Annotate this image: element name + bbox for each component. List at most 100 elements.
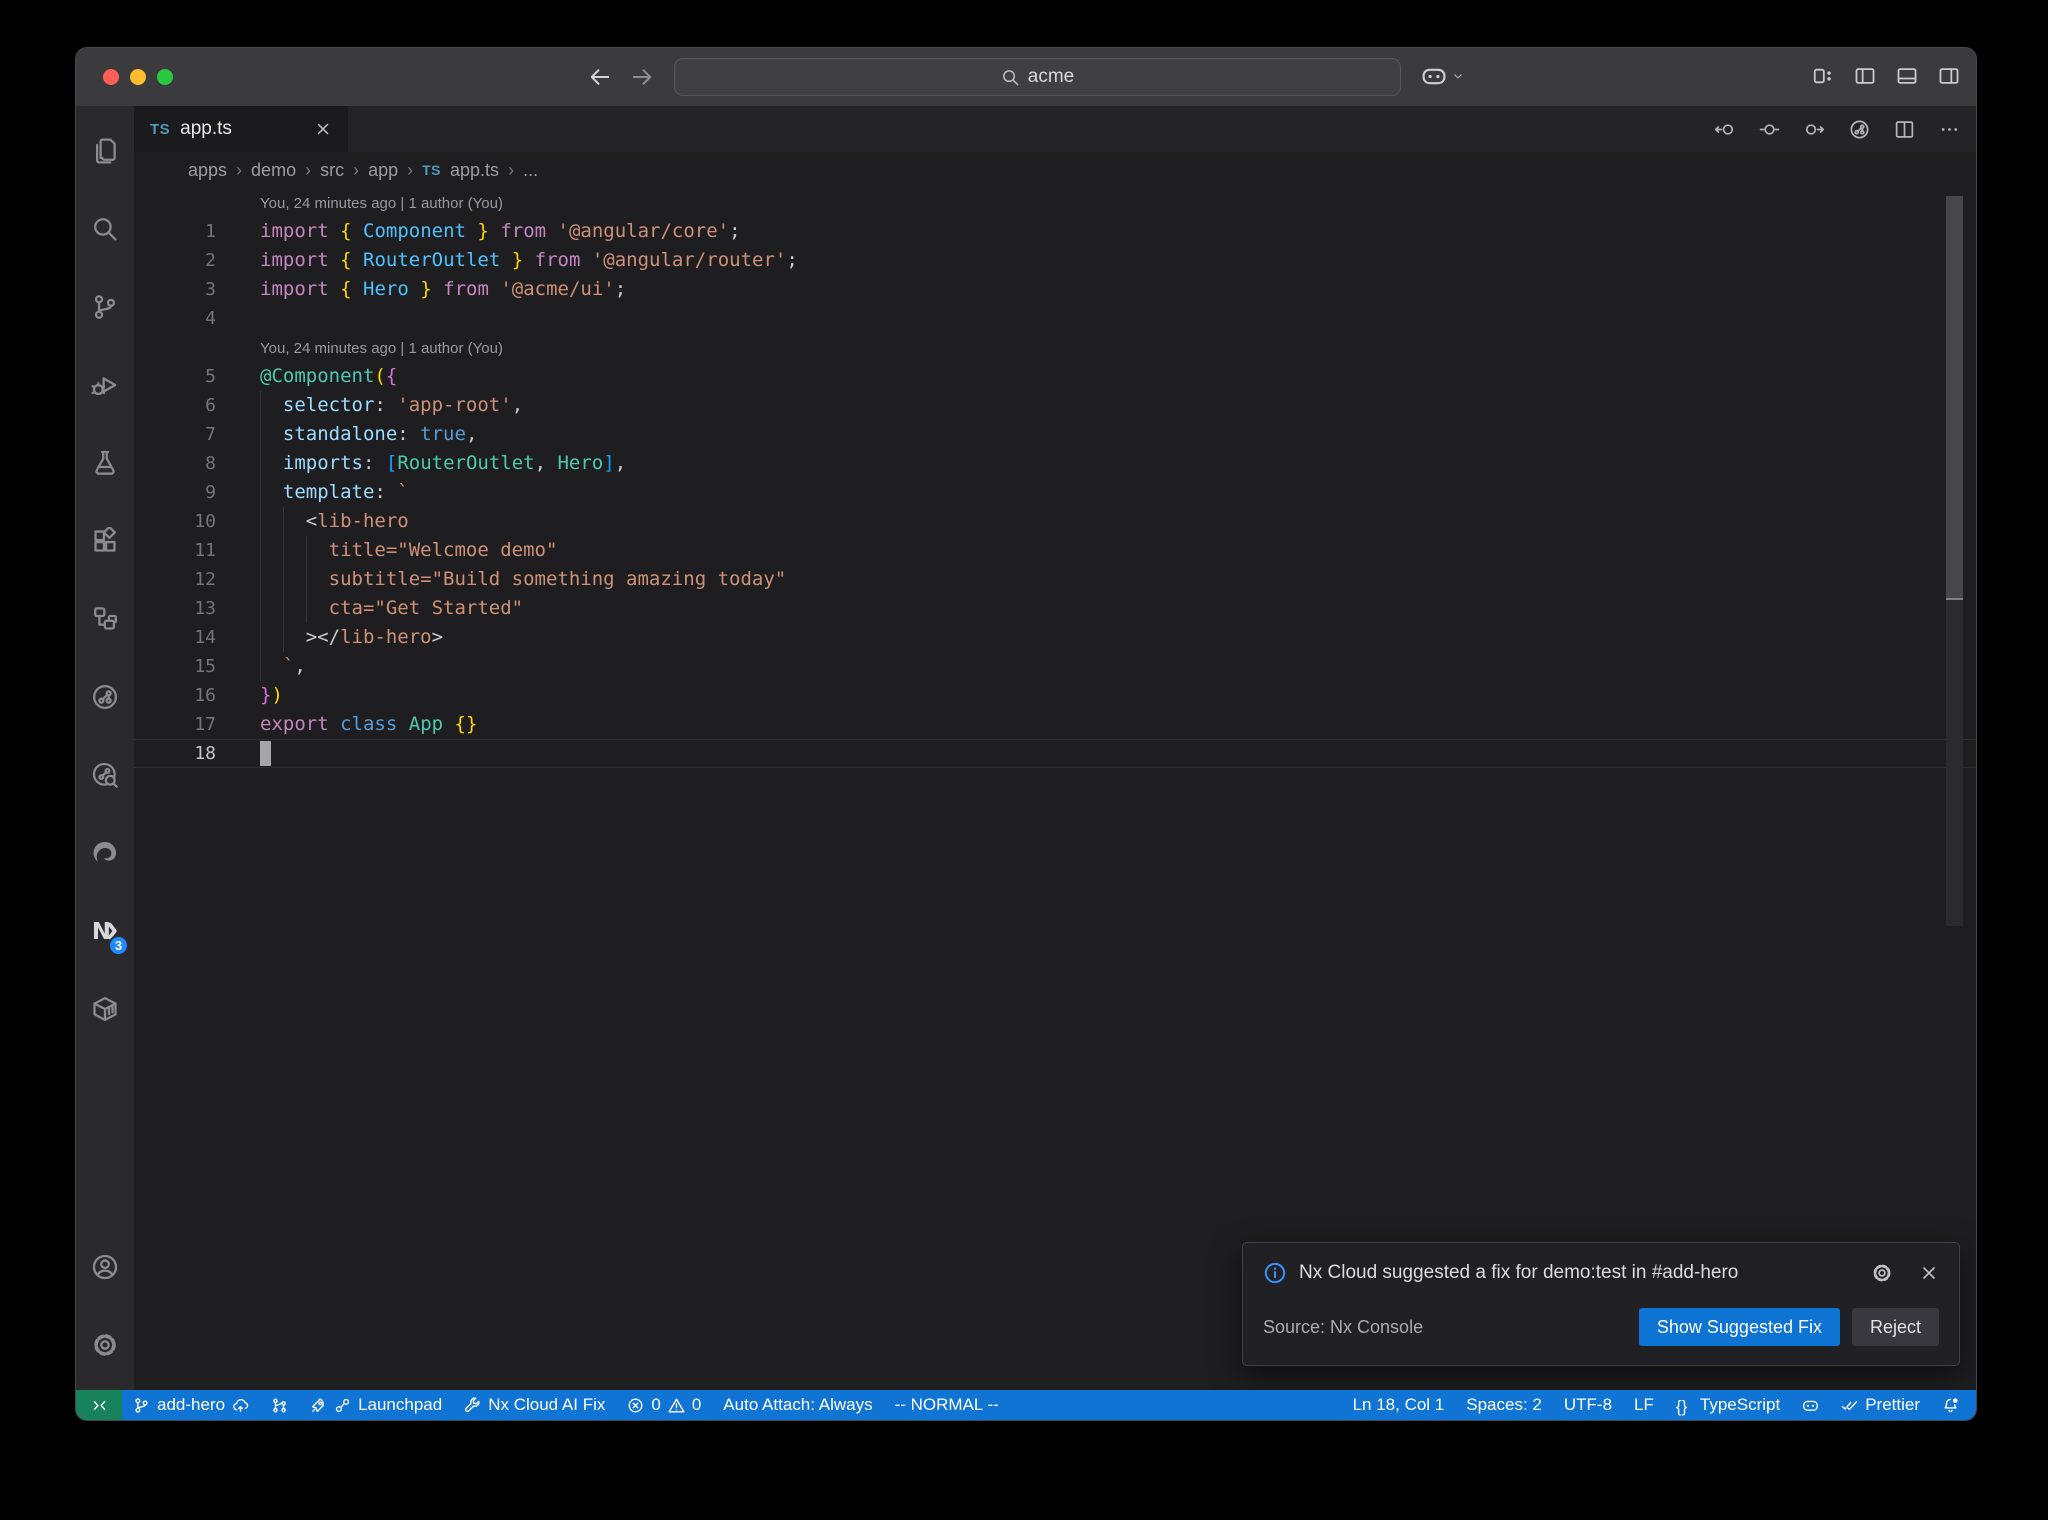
type-hierarchy-icon <box>91 605 119 633</box>
activity-item-nx-console[interactable]: N3 <box>76 892 134 970</box>
scrollbar-thumb[interactable] <box>1946 196 1963 600</box>
code-line-10[interactable]: 10 <lib-hero <box>134 507 1976 536</box>
breadcrumb-item-src[interactable]: src <box>320 160 344 181</box>
toggle-secondary-sidebar-button[interactable] <box>1938 65 1960 87</box>
toggle-primary-sidebar-button[interactable] <box>1854 65 1876 87</box>
close-window-button[interactable] <box>103 69 119 85</box>
copilot-item[interactable] <box>1791 1390 1830 1420</box>
check-double-icon <box>1841 1397 1858 1414</box>
activity-item-run-and-debug[interactable] <box>76 346 134 424</box>
activity-item-search[interactable] <box>76 190 134 268</box>
cursor-position-item[interactable]: Ln 18, Col 1 <box>1342 1390 1456 1420</box>
breadcrumb-separator: › <box>508 159 515 180</box>
show-suggested-fix-button[interactable]: Show Suggested Fix <box>1638 1308 1840 1346</box>
code-line-14[interactable]: 14 ></lib-hero> <box>134 623 1976 652</box>
activity-item-testing[interactable] <box>76 424 134 502</box>
notification-close-button[interactable] <box>1919 1263 1939 1283</box>
code-line-13[interactable]: 13 cta="Get Started" <box>134 594 1976 623</box>
activity-item-edge-devtools[interactable] <box>76 814 134 892</box>
navigate-back-button[interactable] <box>588 65 612 89</box>
code-line-2[interactable]: 2 import { RouterOutlet } from '@angular/… <box>134 246 1976 275</box>
line-number: 4 <box>205 308 216 329</box>
window-controls <box>103 69 173 85</box>
code-line-16[interactable]: 16}) <box>134 681 1976 710</box>
code-line-15[interactable]: 15 `, <box>134 652 1976 681</box>
eol-item[interactable]: LF <box>1623 1390 1665 1420</box>
minimize-window-button[interactable] <box>130 69 146 85</box>
encoding-item[interactable]: UTF-8 <box>1553 1390 1623 1420</box>
remote-indicator[interactable] <box>76 1390 122 1420</box>
breadcrumb-item-demo[interactable]: demo <box>251 160 296 181</box>
line-number: 6 <box>205 395 216 416</box>
editor-cursor <box>260 741 271 766</box>
vim-mode-item[interactable]: -- NORMAL -- <box>884 1390 1010 1420</box>
activity-item-extensions[interactable] <box>76 502 134 580</box>
vscode-window: acme N3 TS app.ts apps › demo › src › ap… <box>75 47 1977 1421</box>
code-editor[interactable]: You, 24 minutes ago | 1 author (You) 1 imp… <box>134 188 1976 1390</box>
notification-message: Nx Cloud suggested a fix for demo:test i… <box>1299 1262 1739 1283</box>
language-mode-item[interactable]: {} TypeScript <box>1665 1390 1791 1420</box>
notification-settings-button[interactable] <box>1871 1262 1893 1284</box>
git-branch-item[interactable]: add-hero <box>122 1390 260 1420</box>
activity-item-containers[interactable] <box>76 970 134 1048</box>
activity-item-explorer[interactable] <box>76 112 134 190</box>
nx-cloud-ai-fix-item[interactable]: Nx Cloud AI Fix <box>453 1390 616 1420</box>
commit-graph-button[interactable] <box>1849 119 1870 140</box>
activity-item-commit-graph[interactable] <box>76 658 134 736</box>
editor-actions <box>1714 106 1960 152</box>
problems-item[interactable]: 00 <box>616 1390 712 1420</box>
navigate-forward-button[interactable] <box>630 65 654 89</box>
split-editor-button[interactable] <box>1894 119 1915 140</box>
commit-graph-item[interactable] <box>260 1390 299 1420</box>
maximize-window-button[interactable] <box>157 69 173 85</box>
line-number: 18 <box>194 743 216 764</box>
code-line-4[interactable]: 4 <box>134 304 1976 333</box>
customize-layout-button[interactable] <box>1812 65 1834 87</box>
more-actions-button[interactable] <box>1939 119 1960 140</box>
current-change-button[interactable] <box>1759 119 1780 140</box>
breadcrumb-item-more[interactable]: ... <box>523 160 538 181</box>
codelens[interactable]: You, 24 minutes ago | 1 author (You) <box>134 333 1976 362</box>
activity-item-accounts[interactable] <box>76 1228 134 1306</box>
line-number: 15 <box>194 656 216 677</box>
tab-app-ts[interactable]: TS app.ts <box>134 106 348 152</box>
launchpad-item[interactable]: Launchpad <box>299 1390 453 1420</box>
breadcrumb-item-app.ts[interactable]: app.ts <box>450 160 499 181</box>
info-icon <box>1263 1261 1287 1285</box>
breadcrumb-item-app[interactable]: app <box>368 160 398 181</box>
next-change-button[interactable] <box>1804 119 1825 140</box>
search-value: acme <box>1027 66 1075 87</box>
activity-item-gitlens-search[interactable] <box>76 736 134 814</box>
reject-button[interactable]: Reject <box>1851 1308 1939 1346</box>
circle-branch-icon <box>91 683 119 711</box>
code-line-9[interactable]: 9 template: ` <box>134 478 1976 507</box>
code-line-7[interactable]: 7 standalone: true, <box>134 420 1976 449</box>
code-line-1[interactable]: 1 import { Component } from '@angular/cor… <box>134 217 1976 246</box>
cloud-upload-icon <box>232 1397 249 1414</box>
notifications-bell-item[interactable] <box>1931 1390 1970 1420</box>
code-line-8[interactable]: 8 imports: [RouterOutlet, Hero], <box>134 449 1976 478</box>
prettier-item[interactable]: Prettier <box>1830 1390 1931 1420</box>
activity-item-source-control[interactable] <box>76 268 134 346</box>
previous-change-button[interactable] <box>1714 119 1735 140</box>
code-line-6[interactable]: 6 selector: 'app-root', <box>134 391 1976 420</box>
breadcrumb-item-apps[interactable]: apps <box>188 160 227 181</box>
code-line-12[interactable]: 12 subtitle="Build something amazing tod… <box>134 565 1976 594</box>
error-icon <box>627 1397 644 1414</box>
close-tab-button[interactable] <box>314 120 332 138</box>
activity-item-project-structure[interactable] <box>76 580 134 658</box>
edge-icon <box>91 839 119 867</box>
indentation-item[interactable]: Spaces: 2 <box>1455 1390 1553 1420</box>
code-line-3[interactable]: 3 import { Hero } from '@acme/ui'; <box>134 275 1976 304</box>
auto-attach-item[interactable]: Auto Attach: Always <box>712 1390 883 1420</box>
line-number: 8 <box>205 453 216 474</box>
copilot-menu-button[interactable] <box>1421 63 1465 89</box>
command-center-search[interactable]: acme <box>674 58 1401 96</box>
code-line-17[interactable]: 17 export class App {} <box>134 710 1976 739</box>
toggle-panel-button[interactable] <box>1896 65 1918 87</box>
code-line-18[interactable]: 18 <box>134 739 1976 768</box>
codelens[interactable]: You, 24 minutes ago | 1 author (You) <box>134 188 1976 217</box>
activity-item-settings[interactable] <box>76 1306 134 1384</box>
code-line-11[interactable]: 11 title="Welcmoe demo" <box>134 536 1976 565</box>
code-line-5[interactable]: 5 @Component({ <box>134 362 1976 391</box>
